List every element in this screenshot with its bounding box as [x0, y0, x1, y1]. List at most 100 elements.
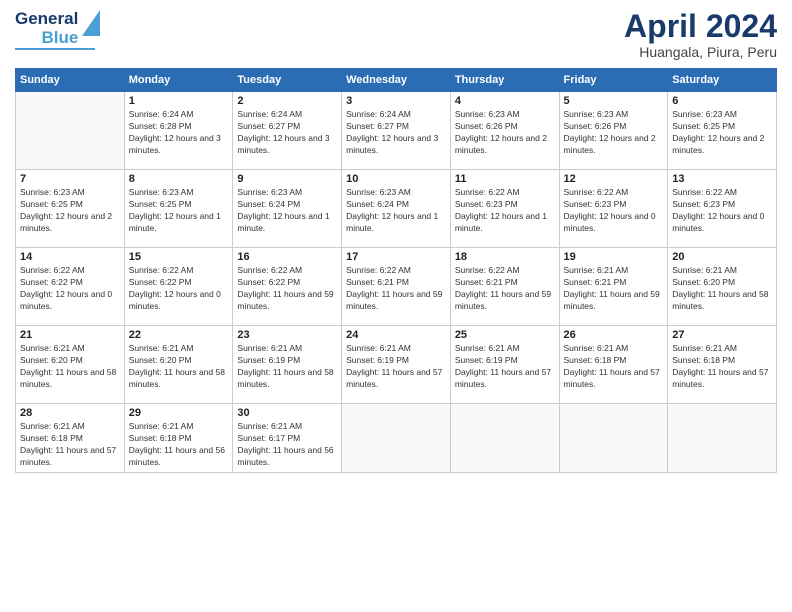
- calendar-cell: 27 Sunrise: 6:21 AMSunset: 6:18 PMDayligh…: [668, 326, 777, 404]
- calendar-cell: [668, 404, 777, 473]
- calendar-cell: 14 Sunrise: 6:22 AMSunset: 6:22 PMDayligh…: [16, 248, 125, 326]
- day-number: 9: [237, 173, 337, 185]
- day-number: 16: [237, 251, 337, 263]
- calendar-cell: 25Sunrise: 6:21 AMSunset: 6:19 PMDayligh…: [450, 326, 559, 404]
- calendar-cell: 28 Sunrise: 6:21 AMSunset: 6:18 PMDayligh…: [16, 404, 125, 473]
- calendar-cell: 3 Sunrise: 6:24 AMSunset: 6:27 PMDaylight…: [342, 92, 451, 170]
- weekday-saturday: Saturday: [668, 69, 777, 92]
- day-number: 22: [129, 329, 229, 341]
- day-info: Sunrise: 6:24 AMSunset: 6:27 PMDaylight:…: [346, 109, 438, 155]
- day-number: 13: [672, 173, 772, 185]
- day-number: 23: [237, 329, 337, 341]
- day-info: Sunrise: 6:21 AMSunset: 6:18 PMDaylight:…: [20, 421, 116, 467]
- calendar-row-0: 1 Sunrise: 6:24 AMSunset: 6:28 PMDaylight…: [16, 92, 777, 170]
- weekday-tuesday: Tuesday: [233, 69, 342, 92]
- calendar-cell: 18 Sunrise: 6:22 AMSunset: 6:21 PMDayligh…: [450, 248, 559, 326]
- day-info: Sunrise: 6:21 AMSunset: 6:20 PMDaylight:…: [129, 343, 225, 389]
- calendar-cell: 22 Sunrise: 6:21 AMSunset: 6:20 PMDayligh…: [124, 326, 233, 404]
- weekday-sunday: Sunday: [16, 69, 125, 92]
- calendar-cell: 9 Sunrise: 6:23 AMSunset: 6:24 PMDaylight…: [233, 170, 342, 248]
- day-info: Sunrise: 6:22 AMSunset: 6:22 PMDaylight:…: [129, 265, 221, 311]
- day-info: Sunrise: 6:23 AMSunset: 6:25 PMDaylight:…: [129, 187, 221, 233]
- weekday-header-row: SundayMondayTuesdayWednesdayThursdayFrid…: [16, 69, 777, 92]
- day-number: 17: [346, 251, 446, 263]
- day-number: 26: [564, 329, 664, 341]
- day-number: 20: [672, 251, 772, 263]
- calendar-cell: 16 Sunrise: 6:22 AMSunset: 6:22 PMDayligh…: [233, 248, 342, 326]
- calendar-cell: [16, 92, 125, 170]
- calendar-row-3: 21 Sunrise: 6:21 AMSunset: 6:20 PMDayligh…: [16, 326, 777, 404]
- day-info: Sunrise: 6:21 AMSunset: 6:20 PMDaylight:…: [20, 343, 116, 389]
- day-number: 14: [20, 251, 120, 263]
- day-number: 5: [564, 95, 664, 107]
- day-info: Sunrise: 6:23 AMSunset: 6:25 PMDaylight:…: [672, 109, 764, 155]
- day-number: 8: [129, 173, 229, 185]
- calendar-cell: 24 Sunrise: 6:21 AMSunset: 6:19 PMDayligh…: [342, 326, 451, 404]
- calendar-cell: 10Sunrise: 6:23 AMSunset: 6:24 PMDayligh…: [342, 170, 451, 248]
- weekday-wednesday: Wednesday: [342, 69, 451, 92]
- calendar-cell: 30 Sunrise: 6:21 AMSunset: 6:17 PMDayligh…: [233, 404, 342, 473]
- day-info: Sunrise: 6:23 AMSunset: 6:24 PMDaylight:…: [237, 187, 329, 233]
- location-subtitle: Huangala, Piura, Peru: [624, 44, 777, 60]
- calendar-cell: 11 Sunrise: 6:22 AMSunset: 6:23 PMDayligh…: [450, 170, 559, 248]
- calendar-cell: 21 Sunrise: 6:21 AMSunset: 6:20 PMDayligh…: [16, 326, 125, 404]
- day-number: 3: [346, 95, 446, 107]
- day-number: 27: [672, 329, 772, 341]
- day-info: Sunrise: 6:21 AMSunset: 6:20 PMDaylight:…: [672, 265, 768, 311]
- calendar-cell: 13 Sunrise: 6:22 AMSunset: 6:23 PMDayligh…: [668, 170, 777, 248]
- day-number: 6: [672, 95, 772, 107]
- logo-general: General: [15, 10, 78, 29]
- calendar-cell: 6 Sunrise: 6:23 AMSunset: 6:25 PMDaylight…: [668, 92, 777, 170]
- day-info: Sunrise: 6:22 AMSunset: 6:23 PMDaylight:…: [564, 187, 656, 233]
- calendar-row-1: 7 Sunrise: 6:23 AMSunset: 6:25 PMDaylight…: [16, 170, 777, 248]
- day-info: Sunrise: 6:23 AMSunset: 6:26 PMDaylight:…: [564, 109, 656, 155]
- calendar-table: SundayMondayTuesdayWednesdayThursdayFrid…: [15, 68, 777, 473]
- day-number: 21: [20, 329, 120, 341]
- day-info: Sunrise: 6:24 AMSunset: 6:27 PMDaylight:…: [237, 109, 329, 155]
- calendar-row-4: 28 Sunrise: 6:21 AMSunset: 6:18 PMDayligh…: [16, 404, 777, 473]
- day-info: Sunrise: 6:22 AMSunset: 6:22 PMDaylight:…: [20, 265, 112, 311]
- month-title: April 2024: [624, 10, 777, 42]
- day-info: Sunrise: 6:23 AMSunset: 6:24 PMDaylight:…: [346, 187, 438, 233]
- header: General Blue April 2024 Huangala, Piura,…: [15, 10, 777, 60]
- calendar-cell: 26 Sunrise: 6:21 AMSunset: 6:18 PMDayligh…: [559, 326, 668, 404]
- day-info: Sunrise: 6:21 AMSunset: 6:18 PMDaylight:…: [672, 343, 768, 389]
- day-number: 19: [564, 251, 664, 263]
- day-number: 1: [129, 95, 229, 107]
- day-info: Sunrise: 6:22 AMSunset: 6:22 PMDaylight:…: [237, 265, 333, 311]
- day-info: Sunrise: 6:22 AMSunset: 6:21 PMDaylight:…: [455, 265, 551, 311]
- day-number: 28: [20, 407, 120, 419]
- weekday-friday: Friday: [559, 69, 668, 92]
- day-info: Sunrise: 6:22 AMSunset: 6:23 PMDaylight:…: [672, 187, 764, 233]
- day-info: Sunrise: 6:21 AMSunset: 6:18 PMDaylight:…: [564, 343, 660, 389]
- day-number: 18: [455, 251, 555, 263]
- calendar-row-2: 14 Sunrise: 6:22 AMSunset: 6:22 PMDayligh…: [16, 248, 777, 326]
- day-number: 30: [237, 407, 337, 419]
- calendar-cell: 7Sunrise: 6:23 AMSunset: 6:25 PMDaylight…: [16, 170, 125, 248]
- logo: General Blue: [15, 10, 100, 50]
- calendar-cell: 8 Sunrise: 6:23 AMSunset: 6:25 PMDaylight…: [124, 170, 233, 248]
- day-number: 11: [455, 173, 555, 185]
- day-info: Sunrise: 6:21 AMSunset: 6:18 PMDaylight:…: [129, 421, 225, 467]
- day-info: Sunrise: 6:22 AMSunset: 6:21 PMDaylight:…: [346, 265, 442, 311]
- day-info: Sunrise: 6:21 AMSunset: 6:19 PMDaylight:…: [346, 343, 442, 389]
- page: General Blue April 2024 Huangala, Piura,…: [0, 0, 792, 612]
- calendar-cell: 4Sunrise: 6:23 AMSunset: 6:26 PMDaylight…: [450, 92, 559, 170]
- calendar-cell: 12Sunrise: 6:22 AMSunset: 6:23 PMDayligh…: [559, 170, 668, 248]
- calendar-cell: 1 Sunrise: 6:24 AMSunset: 6:28 PMDaylight…: [124, 92, 233, 170]
- calendar-cell: 5 Sunrise: 6:23 AMSunset: 6:26 PMDaylight…: [559, 92, 668, 170]
- day-info: Sunrise: 6:22 AMSunset: 6:23 PMDaylight:…: [455, 187, 547, 233]
- day-number: 24: [346, 329, 446, 341]
- day-info: Sunrise: 6:21 AMSunset: 6:19 PMDaylight:…: [455, 343, 551, 389]
- calendar-cell: 19Sunrise: 6:21 AMSunset: 6:21 PMDayligh…: [559, 248, 668, 326]
- calendar-cell: 2 Sunrise: 6:24 AMSunset: 6:27 PMDaylight…: [233, 92, 342, 170]
- day-number: 7: [20, 173, 120, 185]
- day-number: 2: [237, 95, 337, 107]
- calendar-cell: [559, 404, 668, 473]
- day-info: Sunrise: 6:21 AMSunset: 6:17 PMDaylight:…: [237, 421, 333, 467]
- day-info: Sunrise: 6:21 AMSunset: 6:19 PMDaylight:…: [237, 343, 333, 389]
- day-info: Sunrise: 6:23 AMSunset: 6:26 PMDaylight:…: [455, 109, 547, 155]
- title-area: April 2024 Huangala, Piura, Peru: [624, 10, 777, 60]
- day-info: Sunrise: 6:24 AMSunset: 6:28 PMDaylight:…: [129, 109, 221, 155]
- weekday-monday: Monday: [124, 69, 233, 92]
